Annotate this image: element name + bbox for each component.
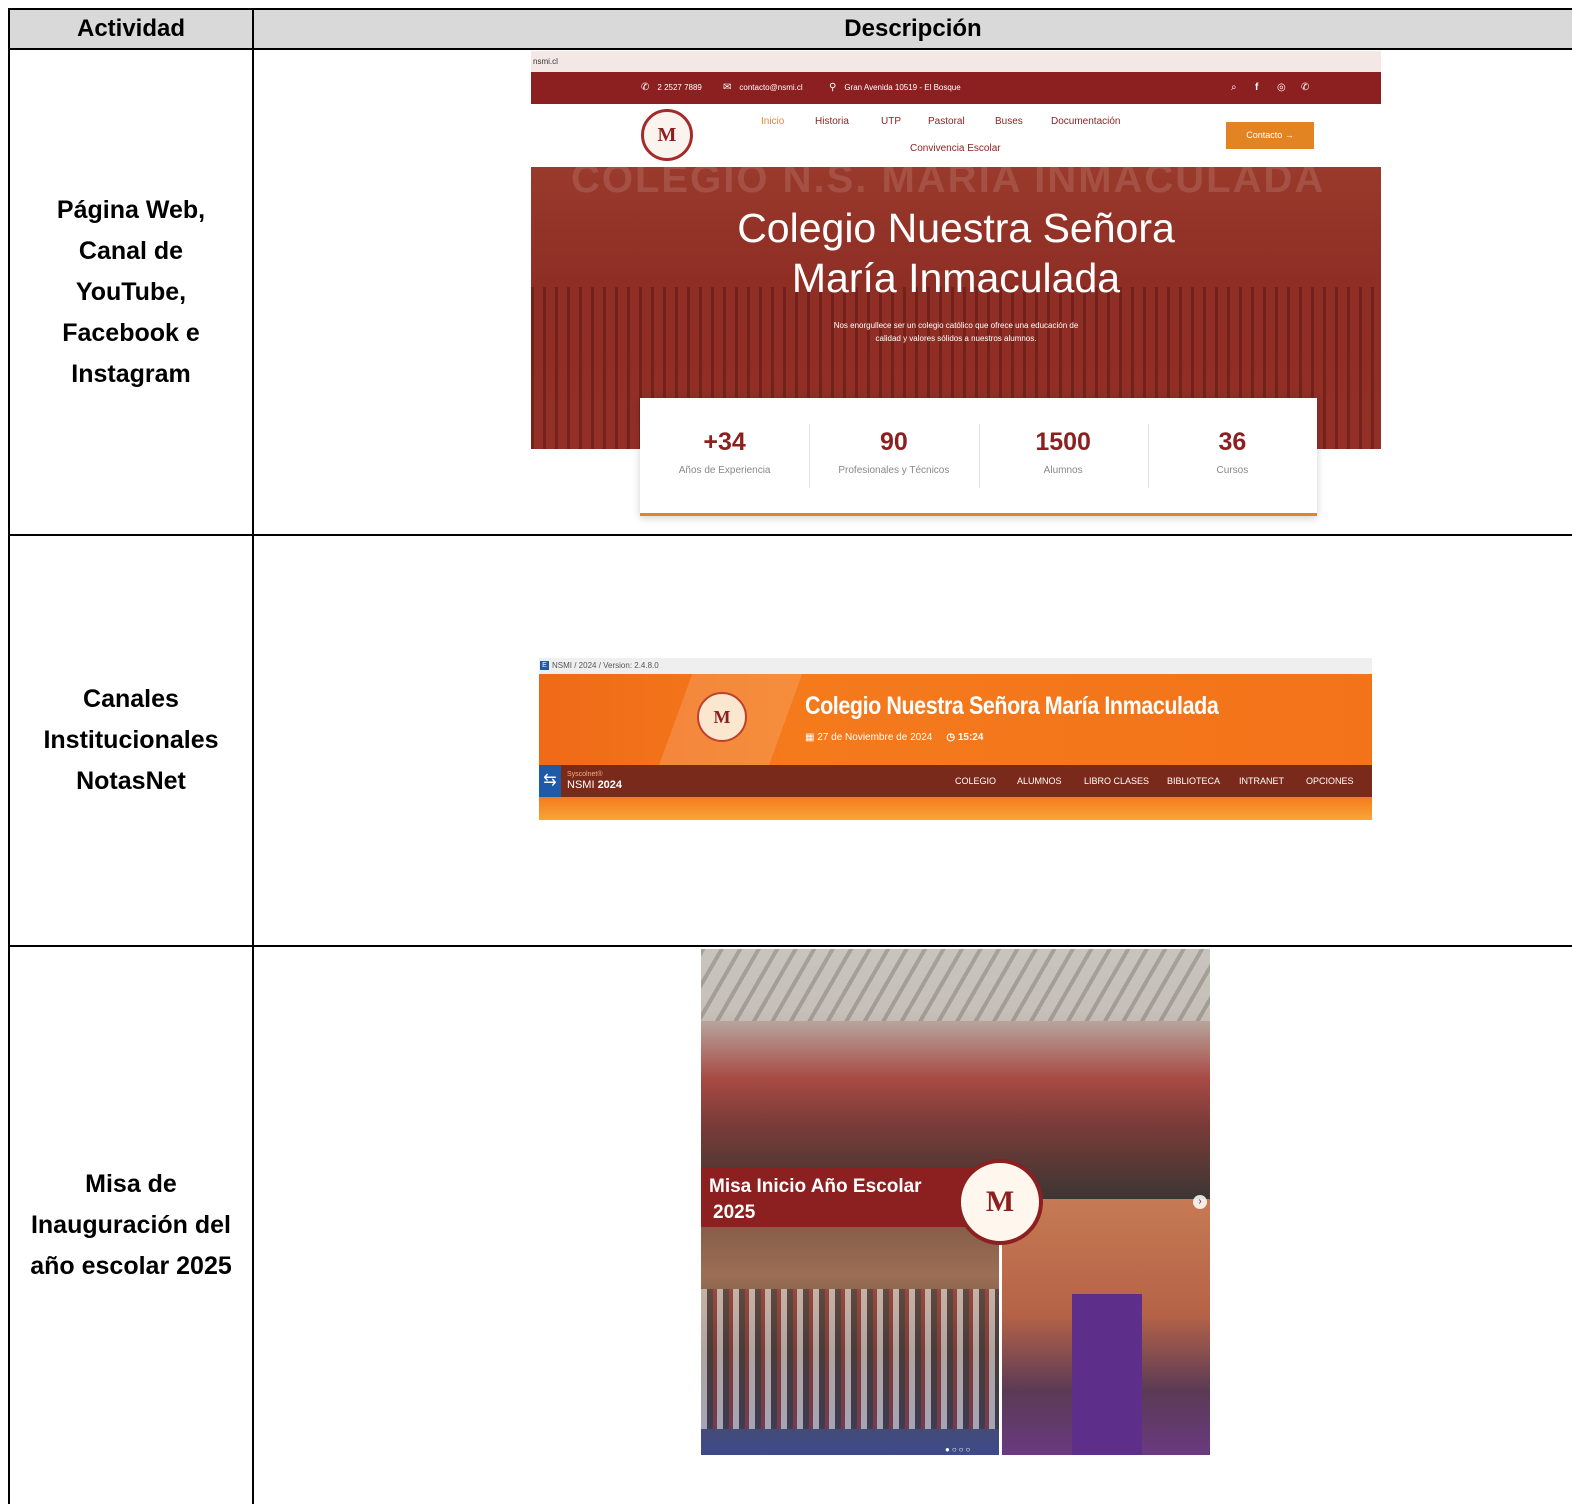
stat-value: 36 [1218,428,1247,456]
nav-historia[interactable]: Historia [815,116,849,127]
activity-cell-notasnet: Canales Institucionales NotasNet [10,536,252,945]
url-bar: nsmi.cl [531,51,1381,72]
school-seal: M [957,1159,1043,1245]
activity-cell-web: Página Web, Canal de YouTube, Facebook e… [10,50,252,534]
nav-convivencia[interactable]: Convivencia Escolar [910,143,1001,154]
calendar-icon: ▦ [805,732,818,743]
banner-line-1: Misa Inicio Año Escolar [709,1176,922,1197]
search-icon[interactable]: ⌕ [1231,72,1237,104]
stat-courses: 36 Cursos [1147,398,1317,513]
whatsapp-icon[interactable]: ✆ [1301,72,1309,104]
menu-toggle-icon[interactable]: ⇆ [539,765,561,797]
phone-text: 2 2527 7889 [657,83,702,92]
stat-label: Años de Experiencia [678,465,771,476]
activity-cell-misa: Misa de Inauguración del año escolar 202… [10,947,252,1504]
instagram-icon[interactable]: ◎ [1277,72,1286,104]
photo-priest [999,1199,1210,1455]
version-bar: E NSMI / 2024 / Version: 2.4.8.0 [539,658,1372,674]
notasnet-footer-strip [539,797,1372,820]
activity-text: Canales Institucionales NotasNet [43,685,219,795]
menu-opciones[interactable]: OPCIONES [1306,765,1354,797]
phone-item: ✆ 2 2527 7889 [641,72,702,104]
photo-banner: Misa Inicio Año Escolar 2025 [701,1167,1001,1227]
stats-card: +34 Años de Experiencia 90 Profesionales y… [640,398,1317,516]
photo-roof [701,949,1210,1021]
top-contact-bar: ✆ 2 2527 7889 ✉ contacto@nsmi.cl ⚲ Gran Ave… [531,72,1381,104]
stat-value: 1500 [1035,428,1091,456]
website-screenshot: nsmi.cl ✆ 2 2527 7889 ✉ contacto@nsmi.cl ⚲… [531,51,1381,521]
hero-subtitle-2: calidad y valores sólidos a nuestros alu… [875,334,1037,343]
stat-label: Profesionales y Técnicos [838,465,950,476]
clock-icon: ◷ [946,732,958,743]
nav-inicio[interactable]: Inicio [761,116,784,127]
stat-label: Alumnos [1043,465,1083,476]
school-logo[interactable]: M [641,109,693,161]
facebook-icon[interactable]: f [1255,72,1258,104]
nav-pastoral[interactable]: Pastoral [928,116,965,127]
activity-text: Página Web, Canal de YouTube, Facebook e… [56,195,206,388]
stat-value: 90 [879,428,908,456]
menu-biblioteca[interactable]: BIBLIOTECA [1167,765,1220,797]
app-icon: E [540,661,549,671]
activity-text: Misa de Inauguración del año escolar 202… [30,1170,232,1280]
notasnet-menu: ⇆ Syscolnet® NSMI 2024 COLEGIO ALUMNOS L… [539,765,1372,797]
stat-value: +34 [703,428,746,456]
next-arrow-icon[interactable]: › [1193,1195,1207,1209]
school-logo: M [697,692,747,742]
address-text: Gran Avenida 10519 - El Bosque [844,83,961,92]
header-descripcion: Descripción [844,15,982,42]
location-icon: ⚲ [829,82,837,93]
notasnet-title: Colegio Nuestra Señora María Inmaculada [805,692,1219,720]
menu-libro-clases[interactable]: LIBRO CLASES [1084,765,1149,797]
stat-staff: 90 Profesionales y Técnicos [809,398,978,513]
brand-code: NSMI [567,779,595,791]
mail-icon: ✉ [723,82,732,93]
date-text: 27 de Noviembre de 2024 [817,732,933,743]
hero-ghost-text: COLEGIO N.S. MARIA INMACULADA [571,167,1326,201]
stat-students: 1500 Alumnos [978,398,1148,513]
nav-documentacion[interactable]: Documentación [1051,116,1120,127]
hero-subtitle-1: Nos enorgullece ser un colegio católico … [833,321,1079,330]
time-text: 15:24 [957,732,984,743]
mass-photo-collage: Misa Inicio Año Escolar 2025 M › ●○○○ [701,949,1210,1455]
menu-alumnos[interactable]: ALUMNOS [1017,765,1062,797]
photo-robe [1072,1294,1142,1455]
date-time: ▦ 27 de Noviembre de 2024 ◷ 15:24 [805,732,983,743]
border-top [8,8,1572,10]
phone-icon: ✆ [641,82,650,93]
stat-years: +34 Años de Experiencia [640,398,809,513]
nav-buses[interactable]: Buses [995,116,1023,127]
hero-title-2: María Inmaculada [791,255,1121,301]
photo-congregation [701,1199,999,1455]
notasnet-screenshot: E NSMI / 2024 / Version: 2.4.8.0 M Colegi… [539,658,1372,820]
banner-line-2: 2025 [713,1202,756,1223]
brand-year: 2024 [597,779,623,791]
photo-crowd [701,1289,999,1429]
email-text: contacto@nsmi.cl [739,83,803,92]
menu-colegio[interactable]: COLEGIO [955,765,996,797]
version-text: NSMI / 2024 / Version: 2.4.8.0 [552,661,659,670]
header-actividad: Actividad [76,15,186,42]
stat-label: Cursos [1216,465,1249,476]
email-item: ✉ contacto@nsmi.cl [723,72,803,104]
address-item: ⚲ Gran Avenida 10519 - El Bosque [829,72,961,104]
hero-title-1: Colegio Nuestra Señora [737,205,1175,251]
carousel-dots-icon[interactable]: ●○○○ [945,1445,972,1454]
menu-intranet[interactable]: INTRANET [1239,765,1284,797]
banner-text: Misa Inicio Año Escolar 2025 [709,1174,922,1226]
brand: Syscolnet® NSMI 2024 [567,770,623,791]
notasnet-header: M Colegio Nuestra Señora María Inmaculad… [539,674,1372,765]
border-middle [252,8,254,1504]
photo-altar [701,949,1210,1199]
contact-button[interactable]: Contacto → [1226,122,1314,149]
nav-utp[interactable]: UTP [881,116,901,127]
